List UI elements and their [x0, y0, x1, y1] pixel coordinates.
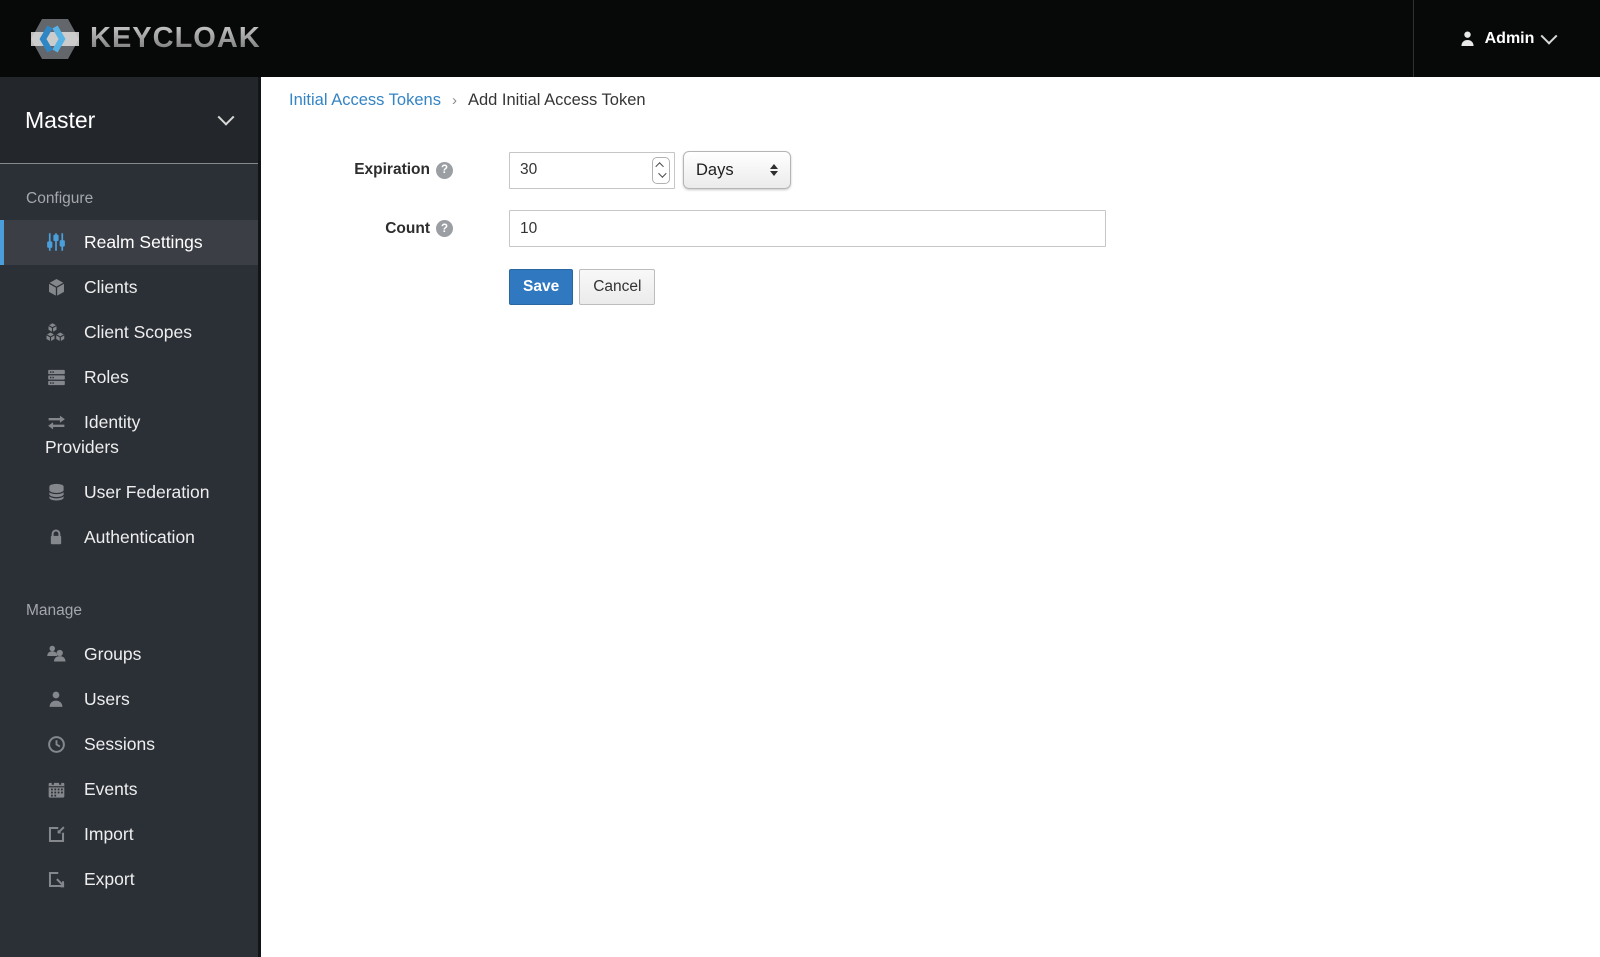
count-input[interactable] [509, 210, 1106, 247]
database-icon [45, 481, 67, 503]
manage-section: Manage Groups Users Sessions Events Impo… [0, 576, 258, 902]
sidebar-item-user-federation[interactable]: User Federation [0, 470, 258, 515]
sidebar-item-label: Sessions [84, 734, 156, 754]
expiration-row: Expiration Days [289, 151, 1600, 189]
sidebar-item-export[interactable]: Export [0, 857, 258, 902]
user-icon [45, 688, 67, 710]
sidebar-item-label: User Federation [84, 482, 210, 502]
form-actions: Save Cancel [509, 269, 1600, 305]
user-icon [1459, 30, 1476, 47]
sidebar-item-label: Import [84, 824, 134, 844]
group-icon [45, 643, 67, 665]
sidebar-item-identity-providers[interactable]: Identity Providers [0, 400, 258, 470]
breadcrumb-current: Add Initial Access Token [467, 91, 646, 109]
sidebar-item-label: Export [84, 869, 135, 889]
expiration-stepper[interactable] [652, 156, 670, 184]
realm-name: Master [25, 106, 96, 133]
expiration-unit-value: Days [696, 160, 734, 179]
import-icon [45, 823, 67, 845]
user-menu[interactable]: Admin [1413, 0, 1600, 77]
clock-icon [45, 733, 67, 755]
save-button[interactable]: Save [509, 269, 574, 305]
configure-section: Configure Realm Settings Clients Client … [0, 164, 258, 560]
main-content: Initial Access Tokens › Add Initial Acce… [261, 77, 1600, 957]
sidebar-item-groups[interactable]: Groups [0, 632, 258, 677]
sidebar-item-label: Clients [84, 277, 138, 297]
section-label-configure: Configure [26, 190, 94, 207]
select-arrows-icon [770, 164, 778, 176]
count-row: Count [289, 210, 1600, 247]
count-label: Count [385, 219, 430, 237]
top-navbar: KEYCLOAK Admin [0, 0, 1600, 77]
chevron-down-icon [217, 108, 235, 126]
expiration-unit-select[interactable]: Days [683, 151, 791, 189]
brand-title: KEYCLOAK [90, 22, 261, 54]
cube-icon [45, 276, 67, 298]
sidebar-item-sessions[interactable]: Sessions [0, 722, 258, 767]
sidebar-item-realm-settings[interactable]: Realm Settings [0, 220, 258, 265]
sidebar-item-label: Groups [84, 644, 142, 664]
breadcrumb-link-initial-access-tokens[interactable]: Initial Access Tokens [289, 91, 441, 110]
chevron-down-icon [1540, 27, 1558, 45]
sidebar-item-users[interactable]: Users [0, 677, 258, 722]
sidebar-item-clients[interactable]: Clients [0, 265, 258, 310]
realm-selector[interactable]: Master [0, 77, 258, 164]
exchange-arrows-icon [45, 411, 67, 433]
sidebar: Master Configure Realm Settings Clients … [0, 77, 261, 957]
user-menu-label: Admin [1484, 29, 1535, 47]
cubes-icon [45, 321, 67, 343]
sidebar-item-label: Users [84, 689, 130, 709]
sliders-icon [45, 231, 67, 253]
expiration-input[interactable] [509, 151, 675, 189]
breadcrumb: Initial Access Tokens › Add Initial Acce… [289, 91, 1600, 110]
section-label-manage: Manage [26, 602, 83, 619]
sidebar-item-label: Authentication [84, 527, 195, 547]
sidebar-item-import[interactable]: Import [0, 812, 258, 857]
cancel-button[interactable]: Cancel [579, 269, 656, 305]
sidebar-item-label: Client Scopes [84, 322, 192, 342]
add-initial-access-token-form: Expiration Days [289, 151, 1600, 305]
sidebar-item-client-scopes[interactable]: Client Scopes [0, 310, 258, 355]
server-icon [45, 366, 67, 388]
sidebar-item-label: Roles [84, 367, 129, 387]
breadcrumb-separator: › [451, 92, 457, 109]
sidebar-item-roles[interactable]: Roles [0, 355, 258, 400]
sidebar-item-events[interactable]: Events [0, 767, 258, 812]
export-icon [45, 868, 67, 890]
sidebar-item-label: Realm Settings [84, 232, 203, 252]
sidebar-item-label: Events [84, 779, 138, 799]
calendar-icon [45, 778, 67, 800]
keycloak-logo[interactable]: KEYCLOAK [0, 17, 261, 61]
lock-icon [45, 526, 67, 548]
sidebar-item-authentication[interactable]: Authentication [0, 515, 258, 560]
question-icon[interactable] [436, 220, 453, 237]
expiration-label: Expiration [354, 161, 430, 178]
keycloak-logo-icon [30, 17, 80, 61]
question-icon[interactable] [436, 161, 453, 179]
chevron-down-icon [658, 169, 667, 178]
